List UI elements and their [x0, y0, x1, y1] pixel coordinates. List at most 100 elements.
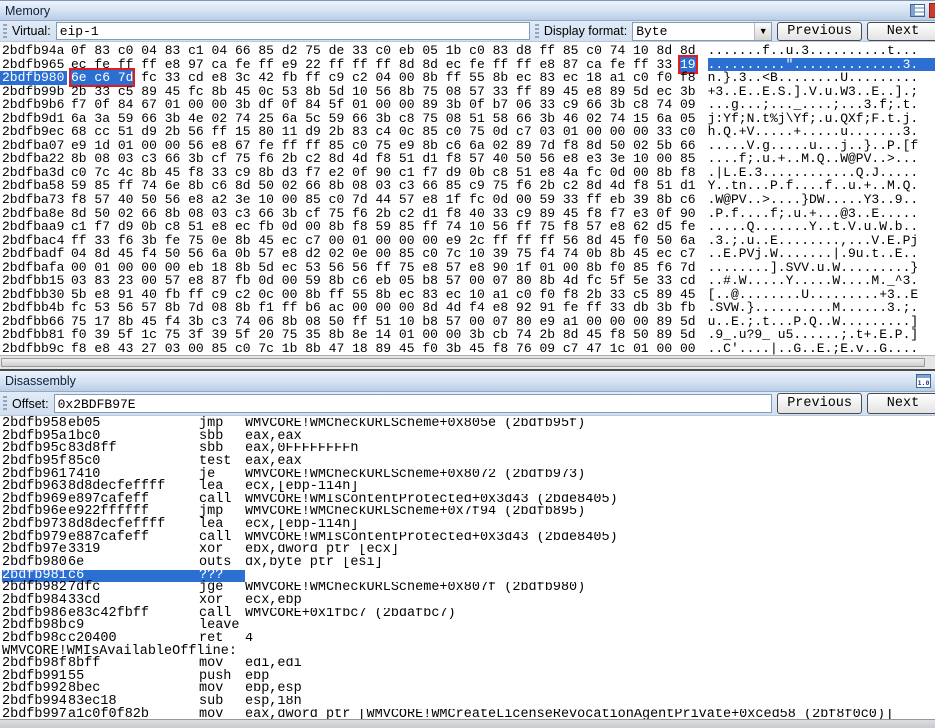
hex-byte[interactable]: c0	[235, 341, 251, 355]
toolbar-grip-handle[interactable]	[3, 23, 7, 39]
memory-row-bytes[interactable]: 6a 3a 59 66 3b 4e 02 74 25 6a 5c 59 66 3…	[71, 111, 696, 126]
display-format-dropdown[interactable]: Byte ▼	[632, 21, 773, 41]
hex-byte[interactable]: e8	[94, 341, 110, 355]
hex-byte[interactable]: 8b	[305, 341, 321, 355]
disassembly-row[interactable]: 2bdfb991 55 push ebp	[2, 670, 935, 684]
memory-row-bytes[interactable]: c1 f7 d9 0b c8 51 e8 ec fb 0d 00 8b f8 5…	[71, 220, 696, 234]
hex-byte[interactable]: f8	[71, 341, 87, 355]
disassembly-row[interactable]: 2bdfb979 e887cafeff call WMVCORE!WMIsConten…	[2, 531, 935, 545]
memory-row-bytes[interactable]: c0 7c 4c 8b 45 f8 33 c9 8b d3 f7 e2 0f 9…	[71, 166, 696, 180]
hex-byte[interactable]: 1b	[282, 341, 298, 355]
memory-row-bytes[interactable]: f0 39 5f 1c 75 3f 39 5f 20 75 35 8b 8e 1…	[71, 328, 696, 342]
memory-row-bytes[interactable]: 00 01 00 00 00 eb 18 8b 5d ec 53 56 56 f…	[71, 260, 696, 275]
memory-row[interactable]: 2bdfba73 f8 57 40 50 56 e8 a2 3e 10 00 85…	[0, 193, 935, 207]
virtual-address-input[interactable]	[55, 22, 530, 40]
hex-byte[interactable]: 43	[118, 341, 134, 355]
memory-row[interactable]: 2bdfbb9c f8 e8 43 27 03 00 85 c0 7c 1b 8b…	[0, 342, 935, 355]
memory-row[interactable]: 2bdfbb30 5b e8 91 40 fb ff c9 c2 0c 00 8b…	[0, 288, 935, 302]
memory-row[interactable]: 2bdfba8e 8d 50 02 66 8b 08 03 c3 66 3b cf…	[0, 206, 935, 221]
memory-row[interactable]: 2bdfba58 59 85 ff 74 6e 8b c6 8d 50 02 66…	[0, 179, 935, 193]
memory-row[interactable]: 2bdfb9d1 6a 3a 59 66 3b 4e 02 74 25 6a 5c…	[0, 111, 935, 126]
memory-row[interactable]: 2bdfbadf 04 8d 45 f4 50 56 6a 0b 57 e8 d2…	[0, 247, 935, 261]
memory-row-bytes[interactable]: f7 0f 84 67 01 00 00 3b df 0f 84 5f 01 0…	[71, 98, 696, 112]
memory-horizontal-scrollbar[interactable]	[0, 355, 935, 369]
scrollbar-thumb[interactable]	[1, 358, 925, 367]
memory-row-bytes[interactable]: 04 8d 45 f4 50 56 6a 0b 57 e8 d2 02 0e 0…	[71, 247, 696, 261]
memory-row[interactable]: 2bdfb9b6 f7 0f 84 67 01 00 00 3b df 0f 84…	[0, 98, 935, 112]
hex-byte[interactable]: 00	[657, 341, 673, 355]
hex-byte[interactable]: 18	[352, 341, 368, 355]
grid-table-icon[interactable]	[910, 4, 925, 17]
disassembly-row[interactable]: 2bdfb986 e83c42fbff call WMVCORE+0x1fbc7 (2…	[2, 607, 935, 621]
hex-byte[interactable]: 8d	[680, 43, 696, 58]
disassembly-row[interactable]: 2bdfb997 a1c0f0f82b mov eax,dword ptr [WMVC…	[2, 708, 935, 719]
memory-row[interactable]: 2bdfbb66 75 17 8b 45 f4 3b c3 74 06 8b 08…	[0, 315, 935, 329]
memory-row-bytes[interactable]: e9 1d 01 00 00 56 e8 67 fe ff ff 85 c0 7…	[71, 139, 696, 153]
memory-row-bytes[interactable]: 8b 08 03 c3 66 3b cf 75 f6 2b c2 8d 4d f…	[71, 152, 696, 166]
memory-row-bytes[interactable]: 59 85 ff 74 6e 8b c6 8d 50 02 66 8b 08 0…	[71, 179, 696, 193]
disassembly-row[interactable]: 2bdfb98b c9 leave	[2, 619, 935, 633]
memory-row-bytes[interactable]: ff 33 f6 3b fe 75 0e 8b 45 ec c7 00 01 0…	[71, 233, 696, 248]
chevron-down-icon[interactable]: ▼	[754, 22, 772, 40]
memory-row-bytes[interactable]: 68 cc 51 d9 2b 56 ff 15 80 11 d9 2b 83 c…	[71, 125, 696, 139]
memory-row-bytes[interactable]: 6e c6 7d fc 33 cd e8 3c 42 fb ff c9 c2 0…	[68, 68, 696, 88]
disassembly-next-button[interactable]: Next	[867, 393, 935, 414]
disassembly-row[interactable]: 2bdfb958 eb05 jmp WMVCORE!WMCheckURLScheme+…	[2, 417, 935, 431]
toolbar-grip-handle[interactable]	[534, 23, 539, 39]
disassembly-row[interactable]: 2bdfb95f 85c0 test eax,eax	[2, 455, 935, 469]
hex-byte[interactable]: 45	[399, 341, 415, 355]
memory-row[interactable]: 2bdfbb15 03 83 23 00 57 e8 87 fb 0d 00 59…	[0, 274, 935, 288]
memory-row[interactable]: 2bdfbb81 f0 39 5f 1c 75 3f 39 5f 20 75 35…	[0, 328, 935, 342]
disassembly-row[interactable]: 2bdfb97e 3319 xor ebx,dword ptr [ecx]	[2, 543, 935, 557]
disassembly-row[interactable]: 2bdfb982 7dfc jge WMVCORE!WMCheckURLScheme+…	[2, 581, 935, 595]
hex-byte[interactable]: 00	[188, 341, 204, 355]
disassembly-previous-button[interactable]: Previous	[777, 393, 862, 414]
hex-byte[interactable]: 47	[329, 341, 345, 355]
hex-byte[interactable]: 45	[469, 341, 485, 355]
memory-row-bytes[interactable]: 8d 50 02 66 8b 08 03 c3 66 3b cf 75 f6 2…	[71, 206, 696, 221]
memory-row-bytes[interactable]: 5b e8 91 40 fb ff c9 c2 0c 00 8b ff 55 8…	[71, 288, 696, 302]
toolbar-grip-handle[interactable]	[3, 396, 7, 411]
number-format-icon[interactable]: 1.0	[916, 374, 931, 388]
memory-row[interactable]: 2bdfbafa 00 01 00 00 00 eb 18 8b 5d ec 53…	[0, 260, 935, 275]
memory-row[interactable]: 2bdfbac4 ff 33 f6 3b fe 75 0e 8b 45 ec c7…	[0, 233, 935, 248]
hex-byte[interactable]: 47	[586, 341, 602, 355]
disassembly-pane-caption[interactable]: Disassembly 1.0	[0, 371, 935, 392]
hex-byte[interactable]: 27	[141, 341, 157, 355]
memory-row-bytes[interactable]: f8 e8 43 27 03 00 85 c0 7c 1b 8b 47 18 8…	[71, 342, 696, 355]
memory-row-bytes[interactable]: 0f 83 c0 04 83 c1 04 66 85 d2 75 de 33 c…	[71, 44, 696, 58]
offset-input[interactable]	[53, 394, 773, 413]
hex-byte[interactable]: 03	[165, 341, 181, 355]
memory-row-bytes[interactable]: 75 17 8b 45 f4 3b c3 74 06 8b 08 50 ff 5…	[71, 315, 696, 329]
memory-next-button[interactable]: Next	[867, 21, 935, 41]
memory-row-bytes[interactable]: f8 57 40 50 56 e8 a2 3e 10 00 85 c0 7d 4…	[71, 193, 696, 207]
memory-row[interactable]: 2bdfb9ec 68 cc 51 d9 2b 56 ff 15 80 11 d9…	[0, 125, 935, 139]
disassembly-row[interactable]: 2bdfb980 6e outs dx,byte ptr [esi]	[2, 556, 935, 570]
memory-row-bytes[interactable]: fc 53 56 57 8b 7d 08 8b f1 ff b6 ac 00 0…	[71, 301, 696, 315]
disassembly-row[interactable]: 2bdfb95a 1bc0 sbb eax,eax	[2, 430, 935, 444]
hex-byte[interactable]: f0	[422, 341, 438, 355]
memory-row[interactable]: 2bdfba22 8b 08 03 c3 66 3b cf 75 f6 2b c2…	[0, 152, 935, 166]
hex-byte[interactable]: 3b	[446, 341, 462, 355]
memory-row-bytes[interactable]: 2b 33 c5 89 45 fc 8b 45 0c 53 8b 5d 10 5…	[71, 84, 696, 99]
hex-byte[interactable]: 09	[539, 341, 555, 355]
disassembly-row[interactable]: 2bdfb981 c6???	[2, 569, 935, 583]
clipped-red-icon[interactable]	[929, 3, 935, 18]
memory-row[interactable]: 2bdfba07 e9 1d 01 00 00 56 e8 67 fe ff ff…	[0, 139, 935, 153]
memory-row[interactable]: 2bdfbaa9 c1 f7 d9 0b c8 51 e8 ec fb 0d 00…	[0, 220, 935, 234]
hex-byte[interactable]: 01	[633, 341, 649, 355]
hex-byte[interactable]: c7	[563, 341, 579, 355]
hex-byte[interactable]: 89	[375, 341, 391, 355]
disassembly-row[interactable]: 2bdfb992 8bec mov ebp,esp	[2, 682, 935, 696]
memory-row-bytes[interactable]: 03 83 23 00 57 e8 87 fb 0d 00 59 8b c6 e…	[71, 274, 696, 288]
memory-row[interactable]: 2bdfb94a 0f 83 c0 04 83 c1 04 66 85 d2 75…	[0, 44, 935, 58]
disassembly-row[interactable]: 2bdfb95c 83d8ff sbb eax,0FFFFFFFFh	[2, 442, 935, 456]
memory-pane-caption[interactable]: Memory	[0, 0, 935, 21]
hex-byte[interactable]: f8	[493, 341, 509, 355]
hex-byte[interactable]: 1c	[610, 341, 626, 355]
hex-byte[interactable]: 76	[516, 341, 532, 355]
hex-byte[interactable]: 85	[212, 341, 228, 355]
hex-byte[interactable]: 00	[680, 341, 696, 355]
memory-row[interactable]: 2bdfbb4b fc 53 56 57 8b 7d 08 8b f1 ff b6…	[0, 301, 935, 315]
memory-row[interactable]: 2bdfb980 6e c6 7d fc 33 cd e8 3c 42 fb ff…	[0, 68, 935, 88]
